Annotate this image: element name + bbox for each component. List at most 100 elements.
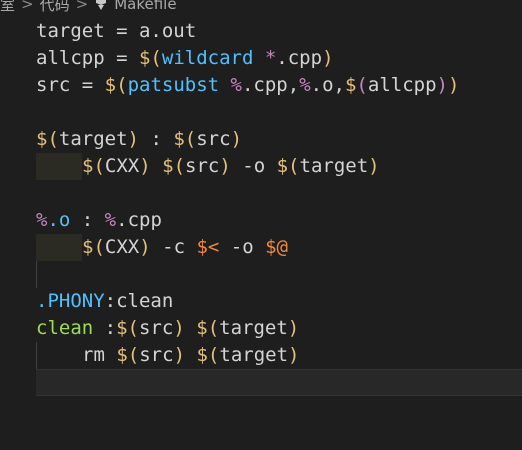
token: -c bbox=[150, 236, 197, 258]
token: % bbox=[230, 74, 242, 96]
token: $ bbox=[173, 128, 185, 150]
token: $ bbox=[162, 155, 174, 177]
token: ) bbox=[436, 74, 448, 96]
code-line[interactable]: target = a.out bbox=[0, 18, 522, 45]
token: * bbox=[264, 47, 277, 69]
token: ( bbox=[127, 344, 140, 366]
token: $ bbox=[116, 344, 128, 366]
token: : bbox=[93, 317, 117, 339]
token: % bbox=[36, 209, 48, 231]
breadcrumb-item-folder-parent[interactable]: 室 bbox=[0, 0, 15, 15]
token: .cpp, bbox=[241, 74, 300, 96]
token: $ bbox=[116, 317, 128, 339]
token: ) bbox=[219, 155, 231, 177]
token: ) bbox=[173, 344, 186, 366]
token: ) bbox=[288, 344, 300, 366]
token: src bbox=[36, 74, 71, 96]
token: % bbox=[104, 209, 117, 231]
token: ( bbox=[207, 317, 220, 339]
token: ( bbox=[93, 236, 105, 258]
code-line[interactable]: $(target) : $(src) bbox=[0, 126, 522, 153]
token: :clean bbox=[104, 290, 174, 312]
token: ( bbox=[356, 74, 368, 96]
code-line[interactable]: rm $(src) $(target) bbox=[0, 342, 522, 369]
token: src bbox=[139, 344, 174, 366]
code-line[interactable]: .PHONY:clean bbox=[0, 288, 522, 315]
token: = bbox=[104, 20, 139, 42]
code-line[interactable] bbox=[0, 180, 522, 207]
token: -o bbox=[219, 236, 266, 258]
token: target bbox=[36, 20, 105, 42]
token: ( bbox=[184, 128, 197, 150]
breadcrumb-item-file[interactable]: Makefile bbox=[114, 0, 176, 13]
token: ) bbox=[287, 317, 300, 339]
code-line[interactable]: $(CXX) -c $< -o $@ bbox=[0, 234, 522, 261]
code-line[interactable]: %.o : %.cpp bbox=[0, 207, 522, 234]
code-line[interactable]: $(CXX) $(src) -o $(target) bbox=[0, 153, 522, 180]
token: .cpp bbox=[116, 209, 162, 231]
token: target bbox=[219, 317, 288, 339]
token: $ bbox=[196, 344, 208, 366]
token: ( bbox=[127, 317, 139, 339]
code-editor[interactable]: target = a.out allcpp = $(wildcard *.cpp… bbox=[0, 18, 522, 396]
breadcrumb-separator: > bbox=[75, 0, 89, 13]
code-line[interactable] bbox=[0, 261, 522, 288]
token: : bbox=[70, 209, 105, 231]
current-line-highlight bbox=[36, 369, 522, 396]
code-line[interactable] bbox=[0, 99, 522, 126]
token: .o, bbox=[310, 74, 345, 96]
token: ( bbox=[207, 344, 220, 366]
indent-guide bbox=[36, 261, 37, 288]
token: target bbox=[219, 344, 289, 366]
token: rm bbox=[82, 344, 117, 366]
token: $ bbox=[138, 47, 151, 69]
token: ) bbox=[447, 74, 460, 96]
tab-indent-marker bbox=[36, 234, 82, 261]
token: allcpp bbox=[367, 74, 437, 96]
makefile-icon bbox=[94, 0, 108, 11]
token: $ bbox=[344, 74, 357, 96]
token: .o bbox=[47, 209, 71, 231]
code-line[interactable]: clean :$(src) $(target) bbox=[0, 315, 522, 342]
token: ( bbox=[116, 74, 128, 96]
token: = bbox=[70, 74, 105, 96]
code-line[interactable]: src = $(patsubst %.cpp,%.o,$(allcpp)) bbox=[0, 72, 522, 99]
indent-guide bbox=[36, 342, 37, 369]
token: -o bbox=[230, 155, 277, 177]
token: clean bbox=[36, 317, 94, 339]
token: $@ bbox=[265, 236, 288, 258]
token: $ bbox=[82, 155, 94, 177]
token: ) bbox=[127, 128, 139, 150]
token: $ bbox=[82, 236, 94, 258]
token: CXX bbox=[104, 155, 140, 177]
token: target bbox=[299, 155, 369, 177]
token: $< bbox=[196, 236, 220, 258]
token: src bbox=[185, 155, 220, 177]
token: $ bbox=[104, 74, 117, 96]
token: ) bbox=[139, 155, 151, 177]
token: target bbox=[58, 128, 128, 150]
token: ( bbox=[93, 155, 105, 177]
token: : bbox=[139, 128, 174, 150]
token: ) bbox=[173, 317, 185, 339]
token: .PHONY bbox=[36, 290, 105, 312]
token: src bbox=[139, 317, 174, 339]
tab-indent-marker bbox=[36, 153, 82, 180]
code-line[interactable]: allcpp = $(wildcard *.cpp) bbox=[0, 45, 522, 72]
token: ) bbox=[139, 236, 151, 258]
token: .cpp bbox=[276, 47, 323, 69]
token: ( bbox=[288, 155, 300, 177]
token: ( bbox=[150, 47, 162, 69]
code-line-current[interactable] bbox=[0, 369, 522, 396]
token: $ bbox=[276, 155, 289, 177]
breadcrumb-item-folder[interactable]: 代码 bbox=[40, 0, 70, 15]
breadcrumb: 室 > 代码 > Makefile bbox=[0, 0, 177, 14]
token: a.out bbox=[138, 20, 197, 42]
token: $ bbox=[196, 317, 208, 339]
token: % bbox=[299, 74, 311, 96]
